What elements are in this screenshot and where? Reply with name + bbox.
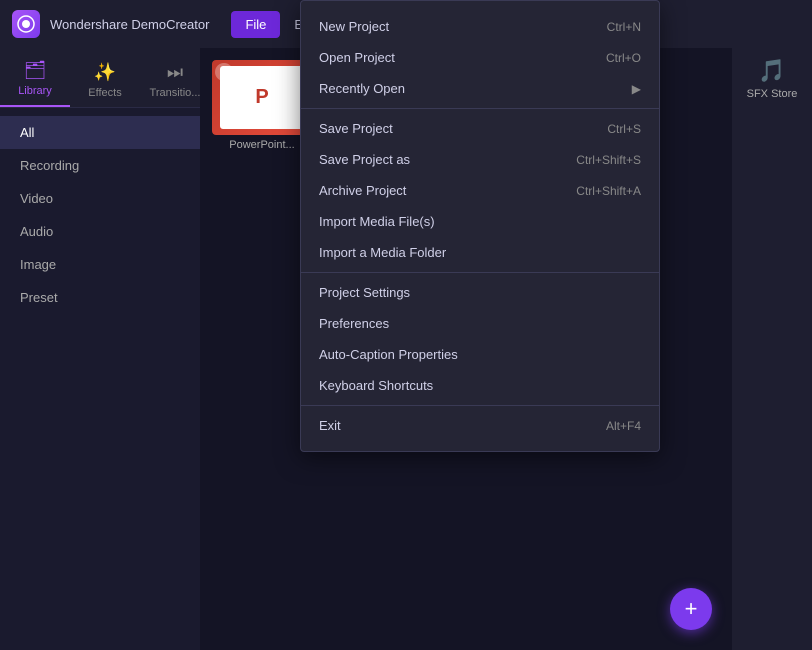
menu-section-2: Save Project Ctrl+S Save Project as Ctrl… <box>301 109 659 273</box>
menu-recently-open[interactable]: Recently Open ▶ <box>301 73 659 104</box>
menu-new-project[interactable]: New Project Ctrl+N <box>301 11 659 42</box>
menu-save-project-as[interactable]: Save Project as Ctrl+Shift+S <box>301 144 659 175</box>
menu-open-project[interactable]: Open Project Ctrl+O <box>301 42 659 73</box>
file-dropdown-menu: New Project Ctrl+N Open Project Ctrl+O R… <box>300 0 660 452</box>
menu-section-3: Project Settings Preferences Auto-Captio… <box>301 273 659 406</box>
menu-section-4: Exit Alt+F4 <box>301 406 659 445</box>
menu-keyboard-shortcuts[interactable]: Keyboard Shortcuts <box>301 370 659 401</box>
menu-preferences[interactable]: Preferences <box>301 308 659 339</box>
menu-exit[interactable]: Exit Alt+F4 <box>301 410 659 441</box>
recently-open-arrow: ▶ <box>632 82 641 96</box>
menu-save-project[interactable]: Save Project Ctrl+S <box>301 113 659 144</box>
menu-archive-project[interactable]: Archive Project Ctrl+Shift+A <box>301 175 659 206</box>
menu-import-media[interactable]: Import Media File(s) <box>301 206 659 237</box>
menu-project-settings[interactable]: Project Settings <box>301 277 659 308</box>
menu-section-1: New Project Ctrl+N Open Project Ctrl+O R… <box>301 7 659 109</box>
menu-import-folder[interactable]: Import a Media Folder <box>301 237 659 268</box>
dropdown-overlay[interactable]: New Project Ctrl+N Open Project Ctrl+O R… <box>0 0 812 650</box>
menu-auto-caption[interactable]: Auto-Caption Properties <box>301 339 659 370</box>
